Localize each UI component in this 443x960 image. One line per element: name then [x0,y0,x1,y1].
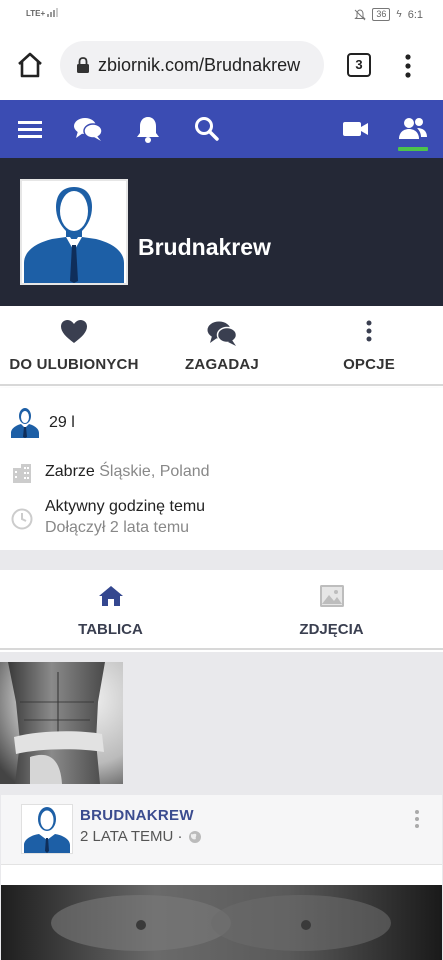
profile-name: Brudnakrew [138,234,271,260]
more-vertical-icon[interactable] [411,809,423,831]
post-time-text: 2 LATA TEMU · [80,828,183,845]
menu-icon[interactable] [16,114,46,144]
favorite-label: DO ULUBIONYCH [9,356,139,373]
profile-info-card: 29 l Zabrze Śląskie, Poland Aktywny godz… [0,388,443,550]
profile-actions: DO ULUBIONYCH ZAGADAJ OPCJE [0,306,443,386]
globe-icon [188,830,201,843]
chat-icon[interactable] [73,114,103,144]
search-icon[interactable] [192,114,222,144]
people-icon[interactable] [398,114,428,144]
page: LTE+ 36 ϟ 6:1 zbiornik.com/Brudnakrew 3 … [0,0,443,960]
age-text: 29 l [49,414,75,431]
network-label: LTE+ [26,9,46,18]
post-card: BRUDNAKREW 2 LATA TEMU · [1,795,442,960]
profile-header: Brudnakrew [0,158,443,306]
browser-toolbar: zbiornik.com/Brudnakrew 3 [0,30,443,100]
home-icon[interactable] [14,49,46,81]
photo-image [0,662,123,784]
battery-indicator: 36 [372,8,391,21]
tab-wall[interactable]: TABLICA [0,570,221,650]
chat-icon [207,321,238,346]
chat-button[interactable]: ZAGADAJ [148,306,296,386]
image-icon [319,585,344,607]
default-avatar-icon [24,187,124,283]
last-active-text: Aktywny godzinę temu [45,498,206,515]
status-right: 36 ϟ 6:1 [354,8,423,21]
home-icon [98,586,123,606]
post-time: 2 LATA TEMU · [80,828,202,845]
charging-icon: ϟ [396,9,402,20]
post-header: BRUDNAKREW 2 LATA TEMU · [1,795,442,865]
default-avatar-icon [24,807,70,853]
options-button[interactable]: OPCJE [295,306,443,386]
network-indicator: LTE+ [26,7,61,18]
lock-icon [77,57,89,73]
section-divider [0,550,443,570]
url-text: zbiornik.com/Brudnakrew [98,54,301,75]
status-bar: LTE+ 36 ϟ 6:1 [0,0,443,30]
signal-icon [47,8,59,17]
building-icon [13,464,31,483]
post-image[interactable] [1,885,442,960]
tab-photos-label: ZDJĘCIA [299,621,364,638]
video-icon[interactable] [341,114,371,144]
more-vertical-icon [366,320,372,342]
heart-icon [61,320,87,343]
chat-label: ZAGADAJ [185,356,259,373]
site-navbar [0,100,443,158]
mute-icon [354,8,367,20]
address-bar[interactable]: zbiornik.com/Brudnakrew [60,41,324,89]
photo-thumbnail[interactable] [0,662,123,784]
options-label: OPCJE [343,356,395,373]
tab-wall-label: TABLICA [78,621,143,638]
more-vertical-icon[interactable] [398,52,418,80]
tab-photos[interactable]: ZDJĘCIA [221,570,442,650]
clock-icon [11,508,33,530]
tab-switcher-button[interactable]: 3 [347,53,371,77]
joined-text: Dołączył 2 lata temu [45,519,190,536]
profile-tabs: TABLICA ZDJĘCIA [0,570,443,650]
post-avatar[interactable] [21,804,73,854]
location: Zabrze Śląskie, Poland [45,463,210,481]
active-tab-indicator [398,147,428,151]
bell-icon[interactable] [133,114,163,144]
favorite-button[interactable]: DO ULUBIONYCH [0,306,148,386]
post-photo [1,885,442,960]
avatar[interactable] [20,179,128,285]
location-region: Śląskie, Poland [99,463,210,480]
user-icon [11,408,39,438]
clock-time: 6:1 [407,8,423,21]
location-city: Zabrze [45,463,95,480]
post-author[interactable]: BRUDNAKREW [80,807,194,824]
